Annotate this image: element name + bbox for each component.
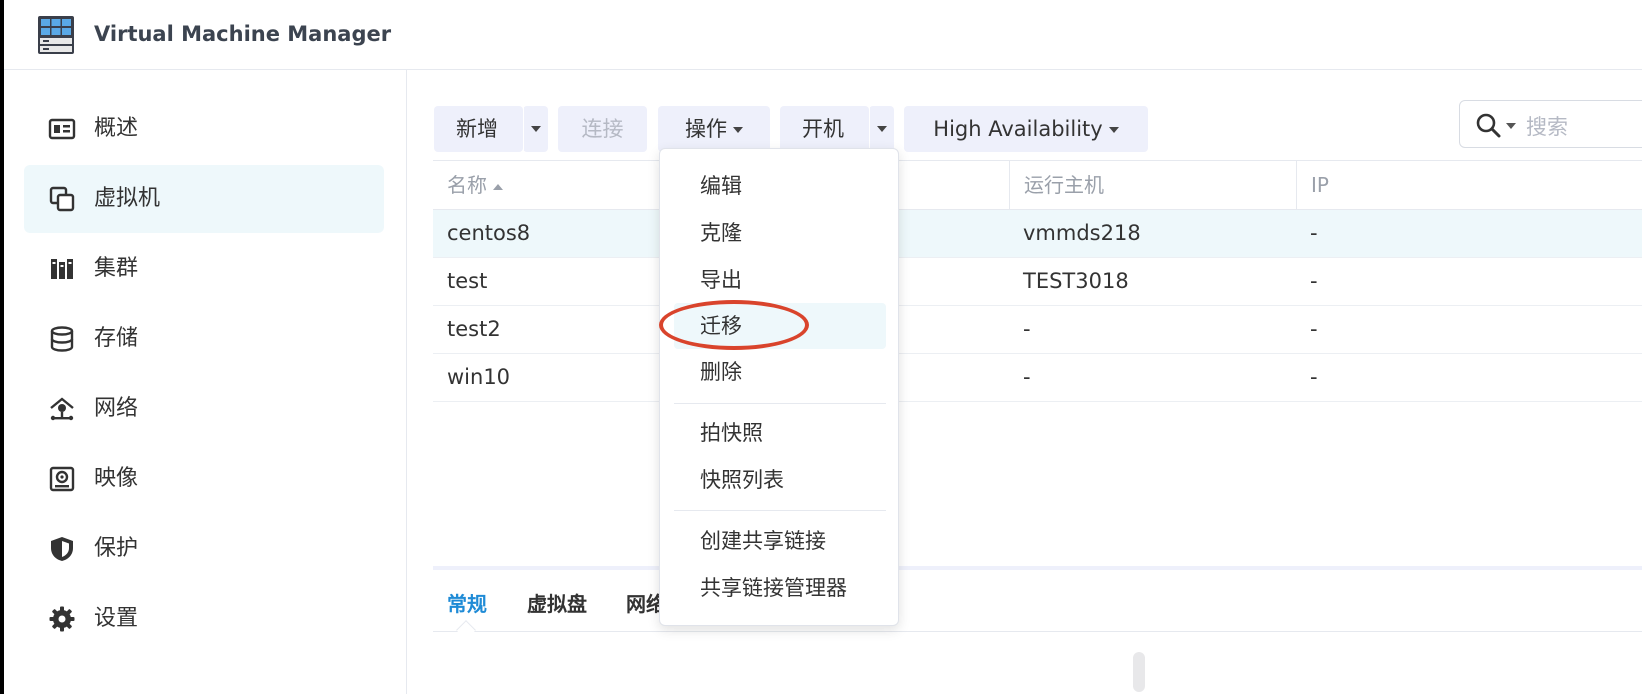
detail-panel: 常规 虚拟盘 网络	[433, 566, 1642, 694]
menu-item-delete[interactable]: 删除	[674, 349, 886, 395]
column-header-ip[interactable]: IP	[1296, 161, 1642, 209]
storage-icon	[50, 326, 74, 352]
detail-tabs: 常规 虚拟盘 网络	[433, 570, 1642, 640]
chevron-down-icon	[530, 126, 541, 132]
high-availability-label: High Availability	[933, 117, 1103, 141]
menu-item-snapshot-list[interactable]: 快照列表	[674, 457, 886, 503]
table-row[interactable]: test2 - -	[433, 306, 1642, 354]
vm-name: test2	[447, 317, 501, 341]
app-header: Virtual Machine Manager	[4, 0, 1642, 70]
overview-icon	[48, 118, 76, 140]
connect-button[interactable]: 连接	[558, 106, 647, 152]
chevron-down-icon	[1108, 127, 1119, 133]
vmm-app-icon	[38, 16, 74, 54]
vm-host: vmmds218	[1023, 221, 1141, 245]
action-menu-button[interactable]: 操作	[658, 106, 770, 152]
table-header: 名称 运行主机 IP	[433, 160, 1642, 210]
action-button-label: 操作	[685, 117, 727, 141]
network-icon	[50, 397, 74, 421]
vm-host: -	[1023, 317, 1031, 341]
image-icon	[49, 466, 75, 492]
app-title: Virtual Machine Manager	[94, 22, 392, 46]
power-on-button-label: 开机	[802, 117, 844, 141]
add-button-label: 新增	[456, 117, 498, 141]
vm-host: -	[1023, 365, 1031, 389]
sidebar-item-cluster[interactable]: 集群	[24, 235, 384, 303]
vm-table: 名称 运行主机 IP centos8 vmmds218 - test TEST3…	[433, 160, 1642, 402]
sidebar-item-image[interactable]: 映像	[24, 445, 384, 513]
table-row[interactable]: centos8 vmmds218 -	[433, 210, 1642, 258]
vm-ip: -	[1310, 317, 1318, 341]
app-window: Virtual Machine Manager 概述 虚拟机 集群 存储 网络 …	[4, 0, 1642, 694]
tab-virtual-disk[interactable]: 虚拟盘	[527, 588, 587, 617]
menu-item-export[interactable]: 导出	[674, 257, 886, 303]
sidebar-item-label: 设置	[94, 606, 139, 631]
menu-divider	[674, 510, 886, 511]
connect-button-label: 连接	[581, 117, 624, 141]
search-filter-caret-icon[interactable]	[1506, 123, 1516, 129]
add-dropdown-toggle[interactable]	[523, 106, 548, 152]
search-icon	[1476, 113, 1501, 138]
menu-item-clone[interactable]: 克隆	[674, 210, 886, 256]
menu-item-create-share-link[interactable]: 创建共享链接	[674, 518, 886, 564]
sidebar-item-label: 网络	[94, 396, 139, 421]
table-row[interactable]: test TEST3018 -	[433, 258, 1642, 306]
main-panel: 新增 连接 操作 开机 High Availability 搜索 名称 运行主机…	[407, 70, 1642, 694]
sidebar-item-overview[interactable]: 概述	[24, 95, 384, 163]
menu-divider	[674, 403, 886, 404]
sidebar-item-label: 概述	[94, 116, 139, 141]
sidebar-item-label: 集群	[94, 256, 139, 281]
gear-icon	[49, 606, 75, 632]
vm-ip: -	[1310, 221, 1318, 245]
chevron-down-icon	[733, 127, 743, 133]
sidebar-item-protection[interactable]: 保护	[24, 515, 384, 583]
sidebar-item-label: 存储	[94, 326, 139, 351]
chevron-down-icon	[876, 126, 887, 132]
menu-item-migrate[interactable]: 迁移	[674, 303, 886, 349]
sidebar-item-virtual-machine[interactable]: 虚拟机	[24, 165, 384, 233]
vm-name: test	[447, 269, 488, 293]
sidebar-item-settings[interactable]: 设置	[24, 585, 384, 653]
menu-item-edit[interactable]: 编辑	[674, 163, 886, 209]
column-header-host[interactable]: 运行主机	[1009, 161, 1296, 209]
vm-ip: -	[1310, 365, 1318, 389]
vm-name: win10	[447, 365, 511, 389]
scrollbar-thumb[interactable]	[1133, 652, 1145, 692]
shield-icon	[51, 537, 73, 561]
sidebar: 概述 虚拟机 集群 存储 网络 映像 保护 设置	[4, 70, 407, 694]
sidebar-item-storage[interactable]: 存储	[24, 305, 384, 373]
vm-name: centos8	[447, 221, 531, 245]
sidebar-item-label: 保护	[94, 536, 139, 561]
sidebar-item-network[interactable]: 网络	[24, 375, 384, 443]
power-on-button[interactable]: 开机	[780, 106, 869, 152]
menu-item-take-snapshot[interactable]: 拍快照	[674, 410, 886, 456]
cluster-icon	[51, 259, 73, 279]
add-button[interactable]: 新增	[434, 106, 523, 152]
search-box[interactable]: 搜索	[1459, 100, 1642, 148]
action-dropdown-menu: 编辑 克隆 导出 迁移 删除 拍快照 快照列表 创建共享链接 共享链接管理器	[659, 148, 899, 626]
active-tab-pointer	[456, 620, 476, 640]
menu-item-share-link-manager[interactable]: 共享链接管理器	[674, 565, 886, 611]
vm-host: TEST3018	[1023, 269, 1129, 293]
sidebar-item-label: 映像	[94, 466, 139, 491]
sort-ascending-icon	[493, 183, 503, 190]
search-input[interactable]: 搜索	[1526, 111, 1568, 141]
high-availability-button[interactable]: High Availability	[904, 106, 1148, 152]
vm-ip: -	[1310, 269, 1318, 293]
power-on-dropdown-toggle[interactable]	[869, 106, 894, 152]
table-row[interactable]: win10 - -	[433, 354, 1642, 402]
virtual-machine-icon	[49, 186, 75, 212]
sidebar-item-label: 虚拟机	[94, 186, 161, 211]
tab-general[interactable]: 常规	[447, 588, 487, 617]
